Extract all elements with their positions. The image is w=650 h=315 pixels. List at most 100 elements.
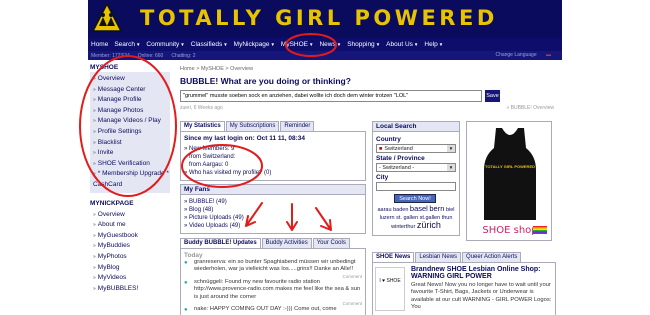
city-tag[interactable]: winterthur (391, 224, 415, 230)
sidebar-item-manage-profile[interactable]: » Manage Profile (93, 95, 167, 106)
sidebar-item-shoe-verification[interactable]: » SHOE Verification (93, 159, 167, 170)
nav-about-us[interactable]: About Us▼ (386, 41, 418, 48)
sidebar-item-invite[interactable]: » Invite (93, 148, 167, 159)
city-tag[interactable]: biel (446, 207, 455, 213)
city-tag[interactable]: luzern (380, 215, 395, 221)
sidebar-item-cashcard[interactable]: CashCard (93, 180, 167, 191)
online-count[interactable]: Online: 660 (138, 53, 164, 59)
nav-community[interactable]: Community▼ (146, 41, 184, 48)
from-region-stat[interactable]: from Aargau: 0 (184, 161, 362, 169)
breadcrumb[interactable]: Home > MySHOE > Overview (180, 63, 558, 72)
site-title[interactable]: TOTALLY GIRL POWERED (140, 6, 498, 30)
bubble-input[interactable] (180, 90, 482, 102)
sidebar-item-membership-upgrade[interactable]: » * Membership Upgrade * (93, 169, 169, 180)
sidebar-item-myvideos[interactable]: » MyVideos (93, 273, 167, 284)
sidebar-item-overview[interactable]: » Overview (93, 74, 167, 85)
profile-visitors-link[interactable]: » Who has visited my profile? (0) (184, 169, 362, 177)
country-select[interactable]: ■ Switzerland ▼ (376, 144, 456, 153)
mynickpage-heading: MYNICKPAGE (90, 199, 134, 207)
state-select[interactable]: - Switzerland - ▼ (376, 163, 456, 172)
city-tag[interactable]: thun (442, 215, 453, 221)
save-button[interactable]: Save (485, 90, 500, 102)
tab-my-subscriptions[interactable]: My Subscriptions (225, 121, 280, 131)
nav-classifieds[interactable]: Classifieds▼ (191, 41, 228, 48)
city-tag[interactable]: baden (393, 207, 408, 213)
from-country-stat[interactable]: from Switzerland: (184, 153, 362, 161)
sidebar-item-about-me[interactable]: » About me (93, 220, 167, 231)
city-tag[interactable]: bern (429, 204, 444, 213)
fans-blog[interactable]: » Blog (48) (184, 206, 362, 214)
fans-video-uploads[interactable]: » Video Uploads (49) (184, 222, 362, 230)
nav-home[interactable]: Home (91, 41, 108, 48)
arrow-right-icon: » (93, 232, 96, 239)
feed-item[interactable]: ● granreserva: ein so bunter Spaghiabend … (184, 259, 362, 274)
change-language[interactable]: Change Language ▬ (495, 52, 559, 58)
sidebar-item-mybuddies[interactable]: » MyBuddies (93, 241, 167, 252)
news-tabs: SHOE News Lesbian News Queer Action Aler… (372, 252, 556, 262)
arrow-right-icon: » (93, 253, 96, 260)
sidebar-item-nick-overview[interactable]: » Overview (93, 210, 167, 221)
sidebar-item-message-center[interactable]: » Message Center (93, 85, 167, 96)
sidebar-item-profile-settings[interactable]: » Profile Settings (93, 127, 167, 138)
tab-buddy-activities[interactable]: Buddy Activities (261, 238, 312, 248)
news-box: SHOE News Lesbian News Queer Action Aler… (372, 252, 556, 315)
arrow-right-icon: » (93, 264, 96, 271)
local-search-form: Country ■ Switzerland ▼ State / Province -… (372, 132, 460, 236)
nav-news[interactable]: News▼ (319, 41, 341, 48)
feed-item[interactable]: ● schnüggeli: Found my new favourite radi… (184, 279, 362, 301)
city-tag[interactable]: st. gallen (396, 215, 418, 221)
search-now-button[interactable]: Search Now! (394, 194, 436, 203)
city-tag[interactable]: zürich (417, 220, 441, 230)
statistics-column: My Statistics My Subscriptions Reminder … (180, 121, 366, 315)
sidebar-item-myphotos[interactable]: » MyPhotos (93, 252, 167, 263)
city-tag[interactable]: basel (410, 204, 428, 213)
sidebar-item-manage-videos[interactable]: » Manage Videos / Play (93, 116, 167, 127)
nav-myshoe[interactable]: MySHOE▼ (281, 41, 314, 48)
tab-queer-action-alerts[interactable]: Queer Action Alerts (462, 252, 522, 262)
warning-sign-logo[interactable] (92, 3, 122, 33)
tab-shoe-news[interactable]: SHOE News (372, 252, 415, 262)
bubble-overview-link[interactable]: » BUBBLE! Overview (506, 105, 558, 111)
arrow-right-icon: » (93, 150, 96, 157)
tab-buddy-bubble-updates[interactable]: Buddy BUBBLE! Updates (180, 238, 261, 248)
sidebar-item-mybubbles[interactable]: » MyBUBBLES! (93, 284, 167, 295)
local-search-heading: Local Search (372, 121, 460, 132)
nav-shopping[interactable]: Shopping▼ (347, 41, 380, 48)
tab-your-cools[interactable]: Your Cools (312, 238, 350, 248)
bubble-icon: ● (184, 279, 188, 286)
nav-mynickpage[interactable]: MyNickpage▼ (234, 41, 275, 48)
sidebar-item-myblog[interactable]: » MyBlog (93, 263, 167, 274)
caret-down-icon: ▼ (336, 42, 342, 47)
tab-my-statistics[interactable]: My Statistics (180, 121, 225, 131)
arrow-right-icon: » (93, 128, 96, 135)
member-count: Member: 172'634 (91, 52, 130, 59)
news-body: Great News! Now you no longer have to wa… (411, 282, 552, 311)
news-headline[interactable]: Brandnew SHOE Lesbian Online Shop: WARNI… (411, 266, 552, 280)
main-navigation: Home Search▼ Community▼ Classifieds▼ MyN… (88, 38, 562, 51)
nav-search[interactable]: Search▼ (114, 41, 140, 48)
city-tag[interactable]: aarau (377, 207, 391, 213)
arrow-right-icon: » (93, 118, 96, 125)
sidebar-item-blacklist[interactable]: » Blacklist (93, 138, 167, 149)
sidebar-item-manage-photos[interactable]: » Manage Photos (93, 106, 167, 117)
tank-top-print: TOTALLY GIRL POWERED (485, 164, 536, 169)
chatting-count[interactable]: Chatting: 2 (171, 53, 195, 59)
shop-advertisement[interactable]: TOTALLY GIRL POWERED SHOE shop (466, 121, 552, 241)
sidebar-item-myguestbook[interactable]: » MyGuestbook (93, 231, 167, 242)
country-label: Country (376, 136, 401, 143)
arrow-right-icon: » (93, 222, 96, 229)
tab-reminder[interactable]: Reminder (280, 121, 315, 131)
myshoe-menu: » Overview » Message Center » Manage Profil… (90, 72, 170, 193)
flag-icon: ▬ (546, 52, 551, 58)
new-members-stat[interactable]: » New Members: 9 (184, 145, 362, 153)
nav-help[interactable]: Help▼ (424, 41, 443, 48)
rainbow-flag-icon (533, 226, 547, 234)
tab-lesbian-news[interactable]: Lesbian News (415, 252, 462, 262)
city-input[interactable] (376, 182, 456, 191)
arrow-right-icon: » (93, 86, 96, 93)
fans-picture-uploads[interactable]: » Picture Uploads (49) (184, 214, 362, 222)
fans-bubble[interactable]: » BUBBLE! (49) (184, 198, 362, 206)
arrow-right-icon: » (93, 97, 96, 104)
i-love-shoe-image[interactable]: I ♥ SHOE (375, 267, 405, 311)
feed-item[interactable]: ● nake: HAPPY COMING OUT DAY :-))) Come o… (184, 306, 362, 313)
